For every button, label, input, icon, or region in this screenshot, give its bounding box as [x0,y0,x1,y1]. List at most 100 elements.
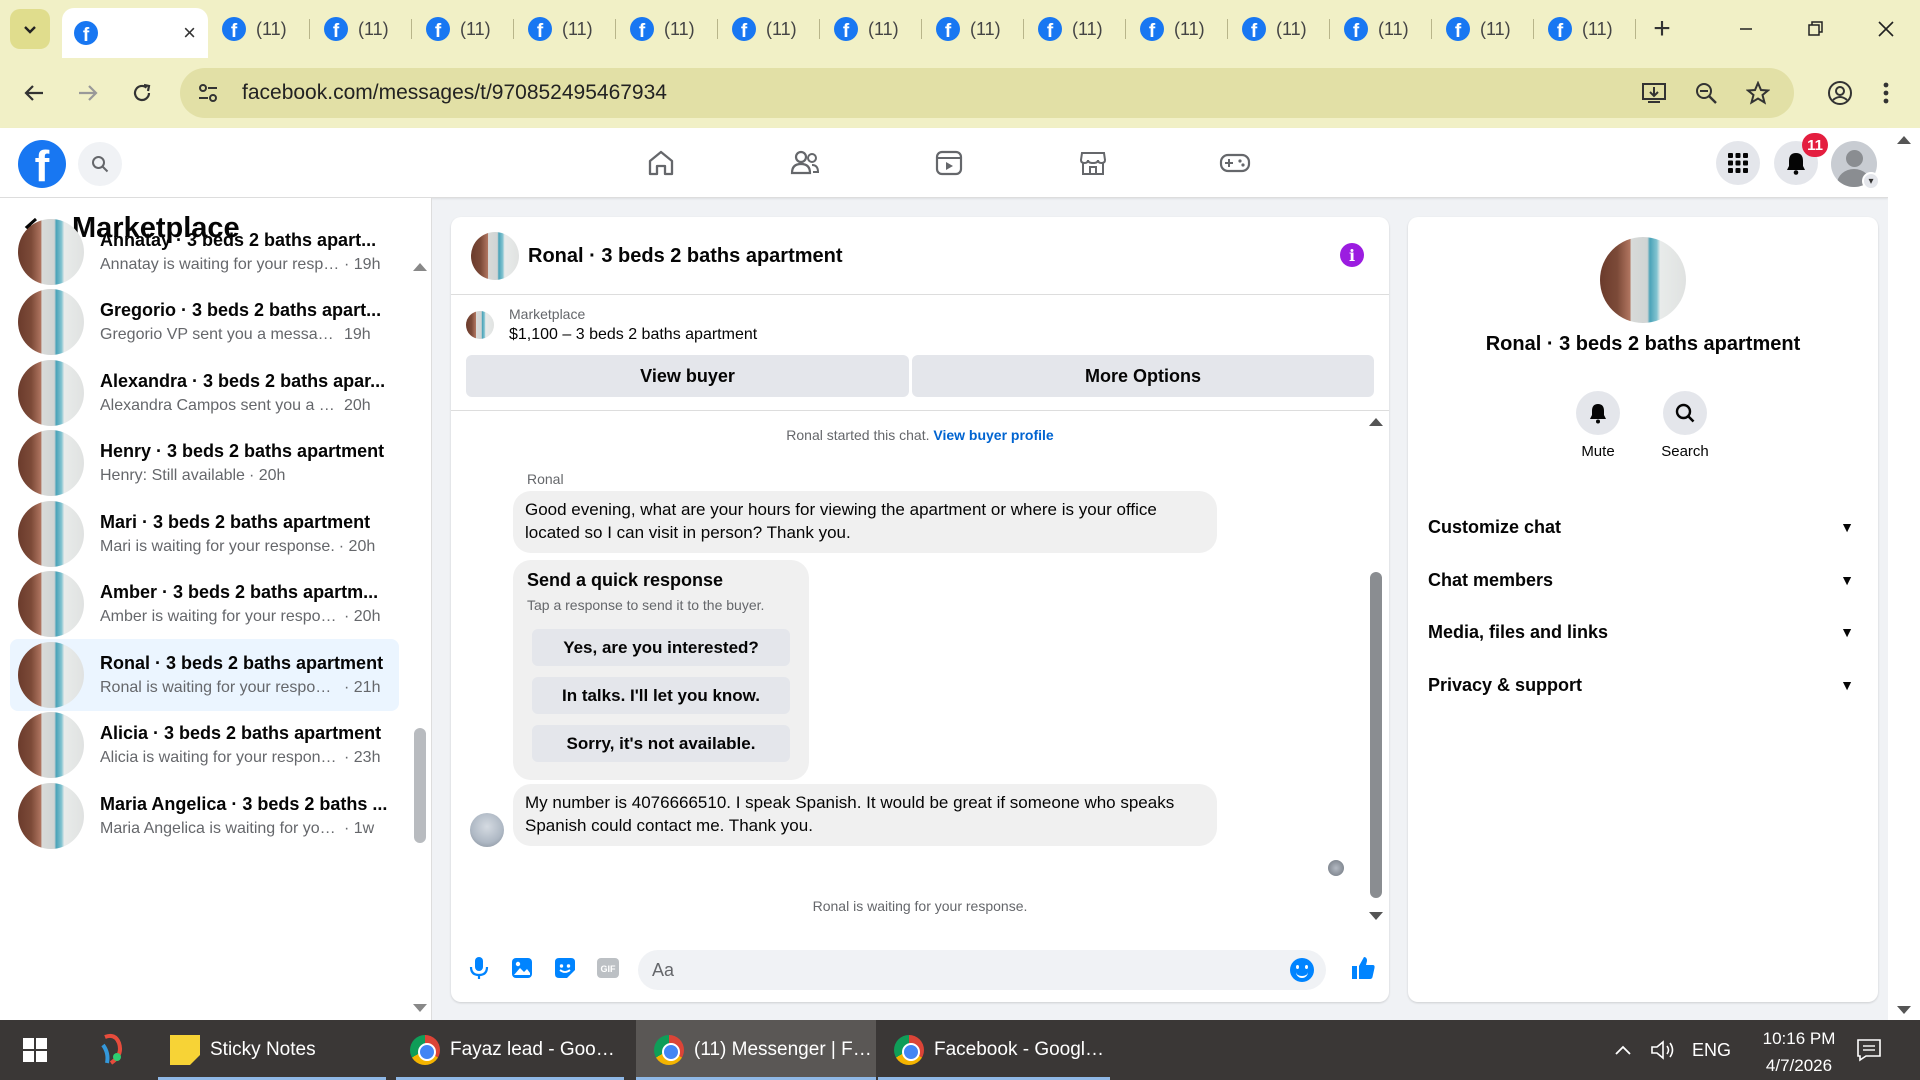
mute-action[interactable]: Mute [1553,391,1643,460]
conversation-item[interactable]: Alicia · 3 beds 2 baths apartment Alicia … [10,709,399,781]
action-center-button[interactable] [1856,1020,1882,1080]
tab-active[interactable]: f × [62,8,208,58]
search-action[interactable]: Search [1640,391,1730,460]
thumbs-up-icon[interactable] [1349,954,1377,982]
nav-video[interactable] [877,128,1021,198]
nav-gaming[interactable] [1163,128,1307,198]
tab-inactive[interactable]: f (11) [1228,0,1330,58]
privacy-support-section[interactable]: Privacy & support ▼ [1428,665,1866,705]
chat-title[interactable]: Ronal · 3 beds 2 baths apartment [528,245,843,268]
taskbar-app-sticky-notes[interactable]: Sticky Notes [158,1020,386,1080]
tab-inactive[interactable]: f (11) [208,0,310,58]
conversation-item[interactable]: Maria Angelica · 3 beds 2 baths ... Maria… [10,780,399,852]
nav-friends[interactable] [733,128,877,198]
conversation-snippet: Maria Angelica is waiting for your ... [100,820,340,837]
nav-marketplace[interactable] [1021,128,1165,198]
taskbar-app-chrome-facebook[interactable]: Facebook - Google ... [878,1020,1110,1080]
bookmark-star-icon[interactable] [1744,79,1772,107]
sticker-icon[interactable] [551,954,579,982]
conversation-item[interactable]: Amber · 3 beds 2 baths apartm... Amber is… [10,568,399,640]
site-info-icon[interactable] [188,73,228,113]
chat-scrollbar-thumb[interactable] [1370,572,1382,898]
taskbar-app-chrome[interactable]: Fayaz lead - Google... [396,1020,624,1080]
taskbar-app-chrome-messenger[interactable]: (11) Messenger | Fa... [636,1020,876,1080]
system-clock[interactable]: 10:16 PM 4/7/2026 [1734,1025,1864,1079]
message-input[interactable] [652,959,1232,981]
tab-title: (11) [1276,18,1307,39]
facebook-logo-icon[interactable]: f [18,140,66,188]
chat-scroll-up[interactable] [1369,418,1383,426]
tab-search-button[interactable] [10,9,50,49]
listing-thumbnail[interactable] [466,311,494,339]
facebook-search-button[interactable] [78,142,122,186]
chat-avatar[interactable] [471,232,519,280]
start-button[interactable] [0,1020,70,1080]
info-icon[interactable]: i [1340,243,1364,267]
zoom-icon[interactable] [1692,79,1720,107]
close-window-button[interactable] [1852,0,1920,58]
customize-chat-section[interactable]: Customize chat ▼ [1428,507,1866,547]
page-scrollbar[interactable] [1888,128,1920,1020]
url-text[interactable]: facebook.com/messages/t/970852495467934 [242,81,667,105]
tab-inactive[interactable]: f (11) [616,0,718,58]
info-avatar[interactable] [1600,237,1686,323]
browser-menu-button[interactable] [1866,69,1906,117]
emoji-icon[interactable] [1290,958,1314,982]
facebook-favicon-icon: f [936,17,960,41]
tab-inactive[interactable]: f (11) [718,0,820,58]
quick-response-option[interactable]: Yes, are you interested? [532,629,790,666]
view-buyer-profile-link[interactable]: View buyer profile [933,427,1053,443]
tab-inactive[interactable]: f (11) [1330,0,1432,58]
tab-inactive[interactable]: f (11) [1432,0,1534,58]
restore-button[interactable] [1782,0,1850,58]
language-indicator[interactable]: ENG [1692,1020,1731,1080]
chat-members-section[interactable]: Chat members ▼ [1428,560,1866,600]
conversation-item[interactable]: Ronal · 3 beds 2 baths apartment Ronal is… [10,639,399,711]
tab-inactive[interactable]: f (11) [922,0,1024,58]
media-files-links-section[interactable]: Media, files and links ▼ [1428,612,1866,652]
sidebar-scroll-up[interactable] [413,263,427,271]
chat-scroll-down[interactable] [1369,912,1383,920]
reload-button[interactable] [118,69,166,117]
listing-title[interactable]: $1,100 – 3 beds 2 baths apartment [509,326,757,344]
nav-home[interactable] [589,128,733,198]
tab-close-button[interactable]: × [183,20,196,46]
minimize-button[interactable] [1712,0,1780,58]
tab-inactive[interactable]: f (11) [1024,0,1126,58]
forward-button[interactable] [64,69,112,117]
tab-inactive[interactable]: f (11) [514,0,616,58]
sidebar-scrollbar-thumb[interactable] [414,728,426,843]
conversation-snippet: Amber is waiting for your respon... [100,608,340,625]
conversation-item[interactable]: Annatay · 3 beds 2 baths apart... Annatay… [10,216,399,288]
conversation-item[interactable]: Gregorio · 3 beds 2 baths apart... Gregor… [10,286,399,358]
volume-button[interactable] [1650,1020,1676,1080]
account-caret-icon[interactable]: ▾ [1862,172,1880,190]
menu-grid-button[interactable] [1716,141,1760,185]
conversation-item[interactable]: Mari · 3 beds 2 baths apartment Mari is w… [10,498,399,570]
chevron-down-icon: ▼ [1840,677,1854,693]
back-button[interactable] [10,69,58,117]
sidebar-scroll-down[interactable] [413,1004,427,1012]
photo-icon[interactable] [508,954,536,982]
conversation-item[interactable]: Alexandra · 3 beds 2 baths apar... Alexan… [10,357,399,429]
tab-inactive[interactable]: f (11) [412,0,514,58]
more-options-button[interactable]: More Options [912,355,1374,397]
quick-response-option[interactable]: In talks. I'll let you know. [532,677,790,714]
message-input-field[interactable] [638,950,1326,990]
tab-inactive[interactable]: f (11) [1534,0,1636,58]
browser-profile-icon[interactable] [1816,69,1864,117]
view-buyer-button[interactable]: View buyer [466,355,909,397]
gif-icon[interactable]: GIF [594,954,622,982]
new-tab-button[interactable]: + [1642,9,1682,49]
tab-inactive[interactable]: f (11) [310,0,412,58]
install-app-icon[interactable] [1640,79,1668,107]
quick-response-option[interactable]: Sorry, it's not available. [532,725,790,762]
address-bar[interactable]: facebook.com/messages/t/970852495467934 [180,68,1794,118]
tab-inactive[interactable]: f (11) [1126,0,1228,58]
conversation-item[interactable]: Henry · 3 beds 2 baths apartment Henry: S… [10,427,399,499]
show-hidden-icons[interactable] [1614,1020,1632,1080]
sender-avatar[interactable] [470,813,504,847]
microphone-icon[interactable] [465,954,493,982]
tab-inactive[interactable]: f (11) [820,0,922,58]
taskbar-pinned-app[interactable] [82,1020,142,1080]
